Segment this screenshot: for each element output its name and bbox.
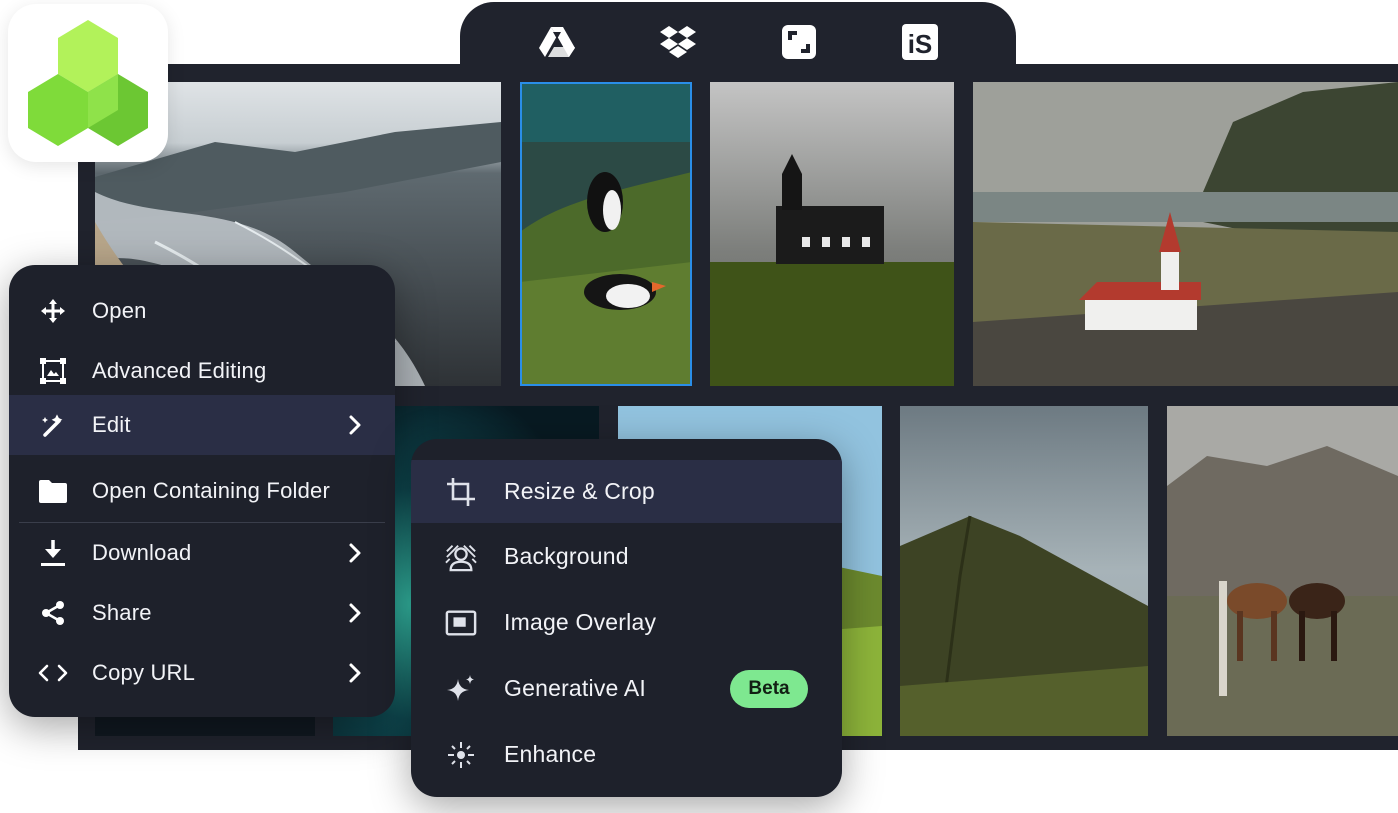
photo-black-church[interactable] [710, 82, 954, 386]
menu-item-label: Share [92, 600, 152, 625]
menu-item-label: Edit [92, 412, 131, 437]
folder-icon [37, 475, 69, 507]
background-icon [445, 541, 477, 573]
menu-item-advanced-editing[interactable]: Advanced Editing [9, 341, 395, 401]
photo-red-roof-church[interactable] [973, 82, 1398, 386]
chevron-right-icon [345, 413, 365, 437]
menu-item-label: Download [92, 540, 192, 565]
enhance-icon [445, 739, 477, 771]
move-icon [37, 295, 69, 327]
chevron-right-icon [345, 601, 365, 625]
menu-item-label: Copy URL [92, 660, 196, 685]
submenu-item-image-overlay[interactable]: Image Overlay [411, 591, 842, 654]
dropbox-icon[interactable] [658, 22, 698, 62]
download-icon [37, 537, 69, 569]
menu-item-edit[interactable]: Edit [9, 395, 395, 455]
magic-wand-icon [37, 409, 69, 441]
chevron-right-icon [345, 661, 365, 685]
share-icon [37, 597, 69, 629]
google-drive-icon[interactable] [537, 22, 577, 62]
sparkles-icon [445, 673, 477, 705]
overlay-icon [445, 607, 477, 639]
menu-item-open-folder[interactable]: Open Containing Folder [9, 461, 395, 521]
submenu-item-label: Resize & Crop [504, 478, 655, 504]
svg-text:iS: iS [907, 29, 932, 59]
menu-item-label: Open Containing Folder [92, 478, 330, 503]
photo-puffins[interactable] [520, 82, 692, 386]
submenu-item-background[interactable]: Background [411, 525, 842, 588]
menu-item-download[interactable]: Download [9, 523, 395, 583]
is-icon[interactable]: iS [900, 22, 940, 62]
beta-badge: Beta [730, 669, 808, 708]
app-logo [8, 4, 168, 162]
submenu-item-label: Enhance [504, 741, 597, 767]
menu-item-label: Advanced Editing [92, 358, 267, 383]
storage-provider-bar: iS [460, 2, 1016, 82]
photo-horses[interactable] [1167, 406, 1398, 736]
submenu-item-label: Background [504, 543, 629, 569]
logo-cubes-icon [28, 20, 148, 146]
submenu-item-resize-crop[interactable]: Resize & Crop [411, 460, 842, 523]
photo-mountain[interactable] [900, 406, 1148, 736]
menu-item-copy-url[interactable]: Copy URL [9, 643, 395, 703]
code-icon [37, 657, 69, 689]
crop-icon [445, 476, 477, 508]
submenu-item-label: Image Overlay [504, 609, 657, 635]
chevron-right-icon [345, 541, 365, 565]
advanced-edit-icon [37, 355, 69, 387]
submenu-item-generative-ai[interactable]: Generative AI Beta [411, 657, 842, 720]
menu-item-share[interactable]: Share [9, 583, 395, 643]
menu-item-label: Open [92, 298, 147, 323]
submenu-item-enhance[interactable]: Enhance [411, 723, 842, 786]
edit-submenu: Resize & Crop Background Image Overlay G… [411, 439, 842, 797]
context-menu: Open Advanced Editing Edit Open Containi… [9, 265, 395, 717]
frame-icon[interactable] [779, 22, 819, 62]
menu-item-open[interactable]: Open [9, 281, 395, 341]
submenu-item-label: Generative AI [504, 675, 646, 701]
